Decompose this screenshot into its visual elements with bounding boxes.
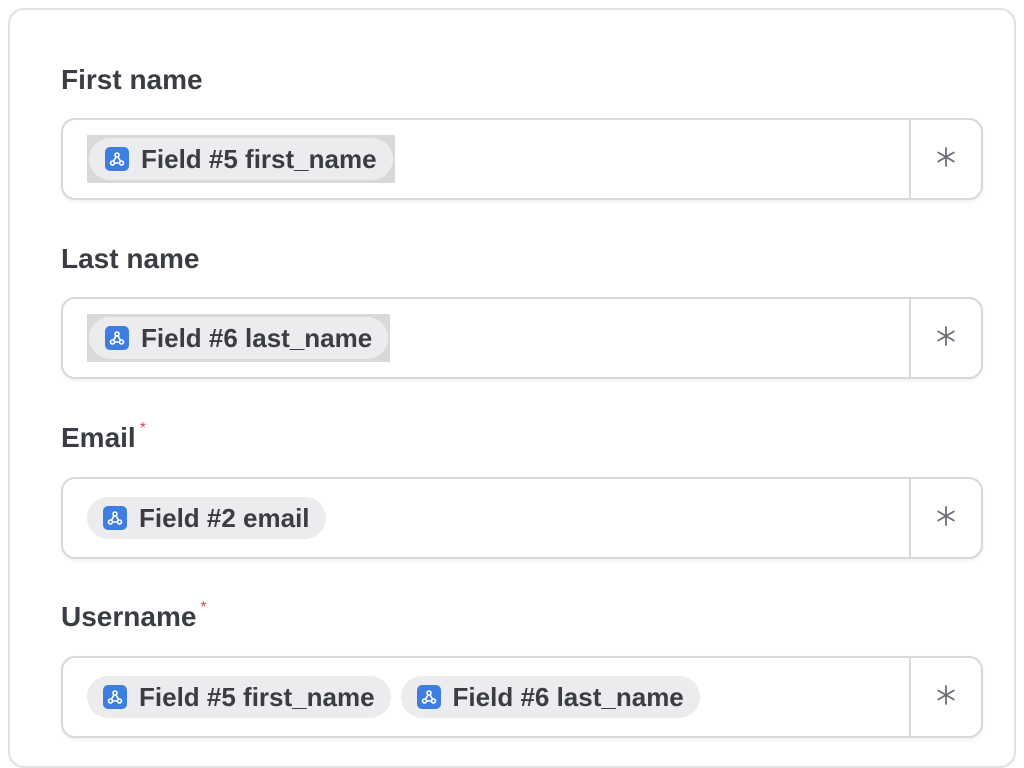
token-label: Field #2 email: [139, 503, 310, 533]
last-name-label: Last name: [61, 243, 200, 275]
asterisk-icon: [935, 146, 957, 173]
webhook-icon: [103, 506, 127, 530]
field-token[interactable]: Field #5 first_name: [87, 676, 391, 718]
required-marker: *: [139, 420, 146, 437]
first-name-label: First name: [61, 64, 203, 96]
field-token[interactable]: Field #5 first_name: [89, 138, 393, 180]
asterisk-icon: [935, 325, 957, 352]
email-label: Email *: [61, 420, 146, 454]
webhook-icon: [103, 685, 127, 709]
field-token[interactable]: Field #6 last_name: [400, 676, 700, 718]
form-panel: First name Field #5 first_name Last name: [8, 8, 1016, 768]
token-list: Field #2 email: [87, 479, 326, 557]
token-list: Field #5 first_name: [87, 120, 395, 198]
token-label: Field #6 last_name: [141, 323, 373, 353]
field-token[interactable]: Field #2 email: [87, 497, 326, 539]
token-label: Field #5 first_name: [139, 682, 375, 712]
asterisk-button[interactable]: [911, 120, 981, 198]
webhook-icon: [416, 685, 441, 709]
field-label-text: First name: [61, 64, 203, 95]
asterisk-icon: [935, 684, 957, 711]
field-label-text: Email: [61, 422, 136, 453]
first-name-input[interactable]: Field #5 first_name: [61, 118, 983, 200]
token-label: Field #6 last_name: [452, 682, 684, 712]
token-list: Field #6 last_name: [87, 299, 391, 377]
token-list: Field #5 first_name Field #6 last_name: [87, 658, 700, 736]
email-input[interactable]: Field #2 email: [61, 477, 983, 559]
username-input[interactable]: Field #5 first_name Field #6 last_name: [61, 656, 983, 738]
token-selection: Field #6 last_name: [87, 314, 391, 362]
asterisk-button[interactable]: [911, 658, 981, 736]
last-name-input[interactable]: Field #6 last_name: [61, 297, 983, 379]
webhook-icon: [105, 147, 129, 171]
token-label: Field #5 first_name: [141, 144, 377, 174]
field-token[interactable]: Field #6 last_name: [89, 317, 389, 359]
field-label-text: Username: [61, 601, 197, 632]
token-selection: Field #5 first_name: [87, 135, 395, 183]
asterisk-icon: [935, 505, 957, 532]
webhook-icon: [105, 326, 129, 350]
asterisk-button[interactable]: [911, 479, 981, 557]
field-label-text: Last name: [61, 243, 200, 274]
asterisk-button[interactable]: [911, 299, 981, 377]
required-marker: *: [200, 599, 207, 616]
username-label: Username *: [61, 599, 207, 633]
